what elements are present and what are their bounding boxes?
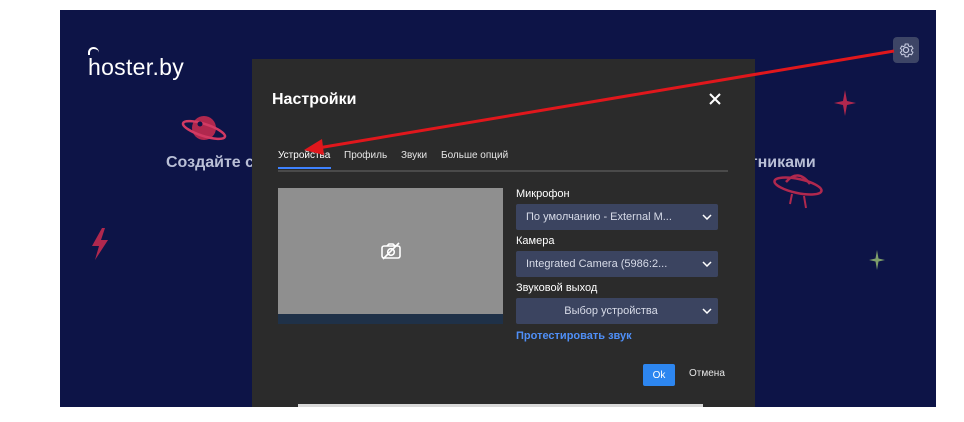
camera-preview xyxy=(278,188,503,314)
sparkle-icon xyxy=(834,90,856,116)
tab-devices[interactable]: Устройства xyxy=(278,150,330,161)
gear-icon xyxy=(899,43,914,58)
audio-output-value: Выбор устройства xyxy=(564,305,658,317)
lightning-icon xyxy=(92,228,108,260)
modal-title: Настройки xyxy=(272,91,357,108)
close-icon xyxy=(709,93,721,105)
background-headline-left: Создайте с xyxy=(166,154,255,171)
audio-output-label: Звуковой выход xyxy=(516,282,598,294)
chevron-down-icon xyxy=(696,308,718,314)
bottom-strip xyxy=(298,404,703,407)
settings-modal: Настройки Устройства Профиль Звуки Больш… xyxy=(252,59,755,407)
tab-profile[interactable]: Профиль xyxy=(344,150,387,161)
ok-button[interactable]: Ok xyxy=(643,364,675,386)
close-button[interactable] xyxy=(707,91,723,107)
chevron-down-icon xyxy=(696,214,718,220)
preview-shadow xyxy=(278,314,503,324)
sparkle-green-icon xyxy=(869,250,885,270)
active-tab-indicator xyxy=(278,167,331,169)
camera-select[interactable]: Integrated Camera (5986:2... xyxy=(516,251,718,277)
hoster-logo: hoster.by xyxy=(88,54,185,80)
audio-output-select[interactable]: Выбор устройства xyxy=(516,298,718,324)
planet-icon xyxy=(181,116,227,141)
cancel-button[interactable]: Отмена xyxy=(689,368,725,379)
camera-off-icon xyxy=(380,242,401,260)
chevron-down-icon xyxy=(696,261,718,267)
camera-label: Камера xyxy=(516,235,555,247)
tab-more-options[interactable]: Больше опций xyxy=(441,150,508,161)
microphone-value: По умолчанию - External M... xyxy=(526,211,672,223)
microphone-label: Микрофон xyxy=(516,188,570,200)
settings-button[interactable] xyxy=(893,37,919,63)
settings-tabs: Устройства Профиль Звуки Больше опций xyxy=(278,147,728,172)
camera-value: Integrated Camera (5986:2... xyxy=(526,258,668,270)
test-sound-link[interactable]: Протестировать звук xyxy=(516,330,632,342)
tab-sounds[interactable]: Звуки xyxy=(401,150,427,161)
ufo-icon xyxy=(773,174,823,209)
microphone-select[interactable]: По умолчанию - External M... xyxy=(516,204,718,230)
